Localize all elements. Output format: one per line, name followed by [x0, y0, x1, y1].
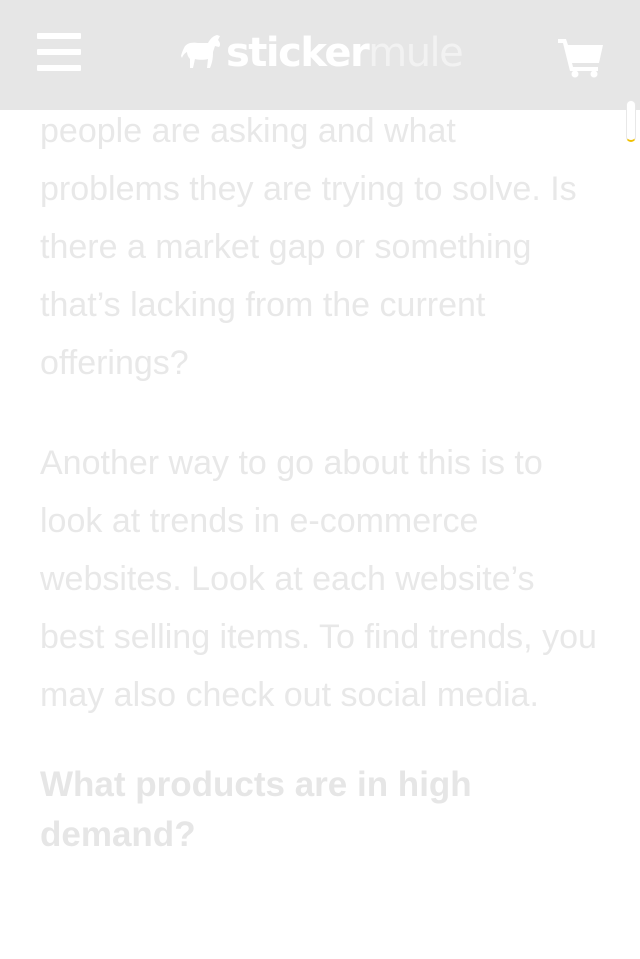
article-paragraph: Another way to go about this is to look …	[40, 444, 597, 714]
section-heading: What products are in high demand?	[40, 765, 472, 854]
mule-logo-icon	[181, 35, 221, 68]
scroll-indicator	[626, 100, 636, 142]
top-navigation-bar: stickermule	[0, 0, 640, 110]
menu-line	[37, 65, 81, 71]
menu-line	[37, 49, 81, 55]
logo-wordmark: stickermule	[226, 28, 464, 78]
menu-line	[37, 33, 81, 39]
article-paragraph: people are asking and what problems they…	[40, 112, 577, 382]
page: stickermule people are asking and what p…	[0, 0, 640, 959]
shopping-cart-icon[interactable]	[557, 36, 605, 78]
stickermule-logo[interactable]: stickermule	[180, 28, 464, 78]
article-content: people are asking and what problems they…	[40, 102, 600, 860]
hamburger-menu-icon[interactable]	[37, 33, 81, 71]
logo-text-sticker: sticker	[226, 30, 370, 76]
logo-text-mule: mule	[368, 30, 464, 76]
